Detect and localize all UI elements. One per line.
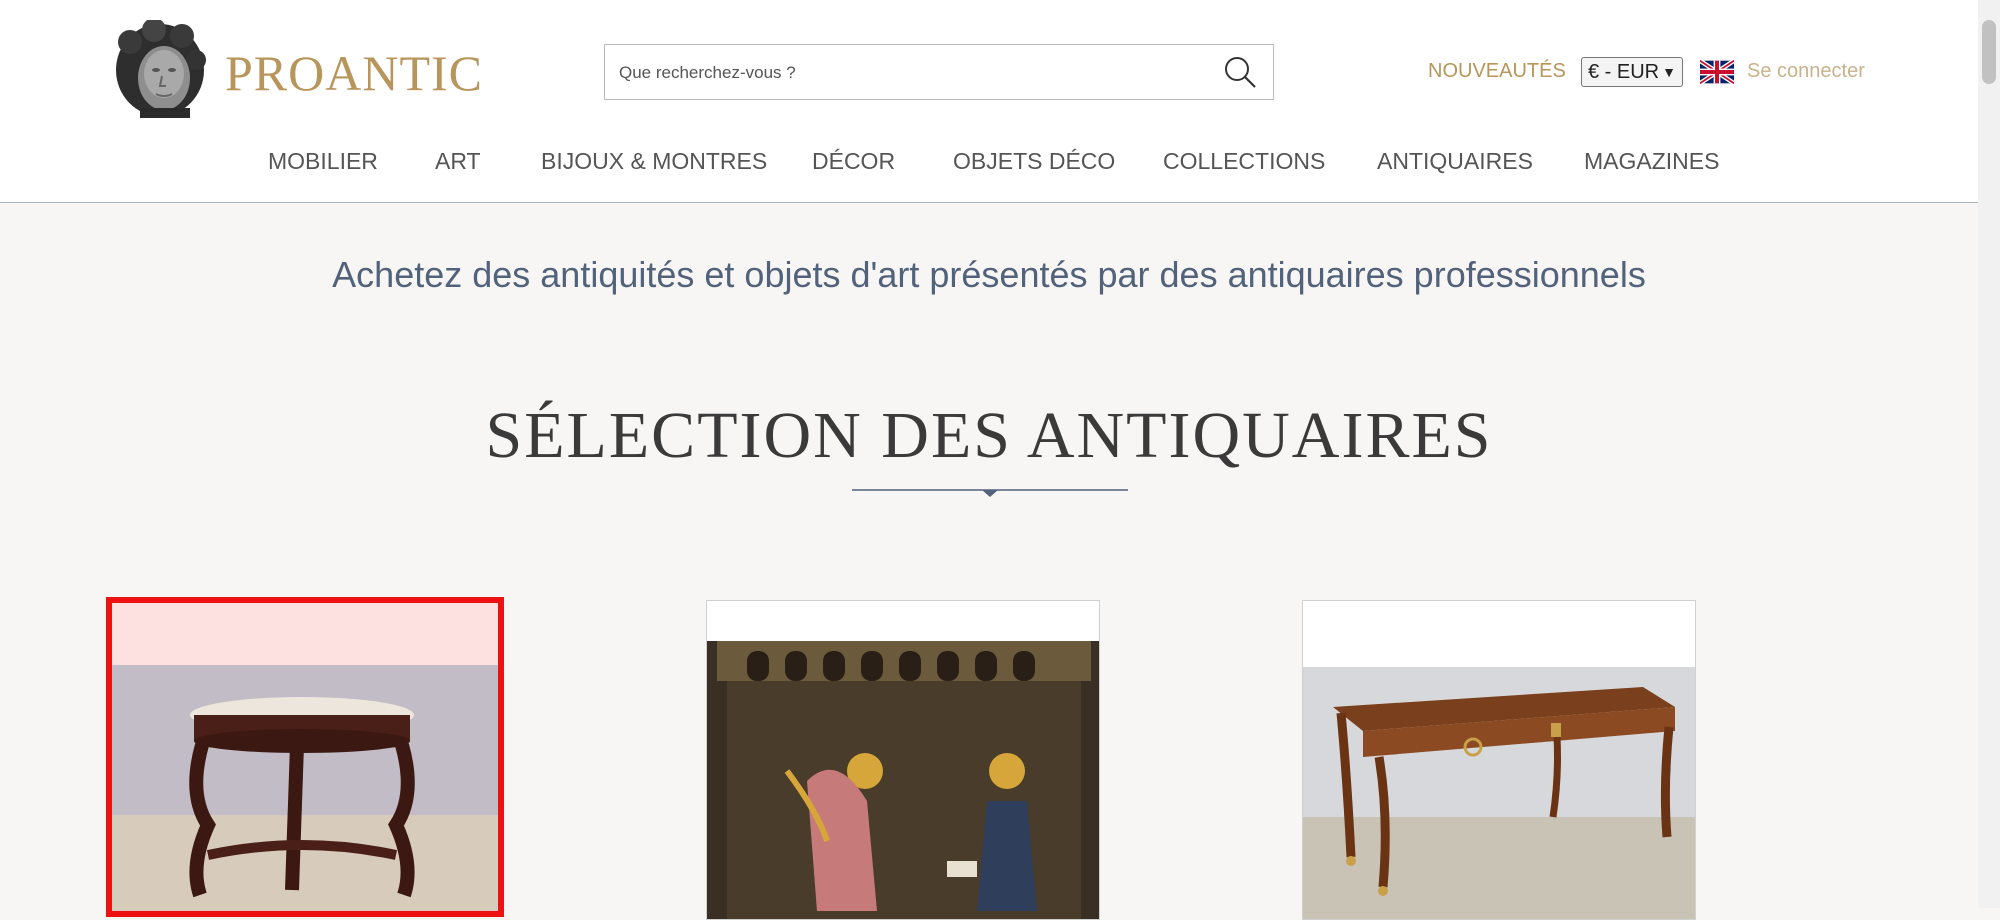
page-scrollbar[interactable] [1978,0,2000,908]
nav-item-decor[interactable]: DÉCOR [812,148,895,175]
section-title: SÉLECTION DES ANTIQUAIRES [485,399,1493,472]
login-link[interactable]: Se connecter [1747,60,1865,83]
logo-sculpture-head-icon[interactable] [110,20,210,122]
chevron-down-icon: ▼ [1662,64,1676,80]
product-card-annunciation-painting[interactable] [706,600,1100,920]
title-divider [852,489,1128,497]
uk-flag-icon[interactable] [1700,60,1734,84]
card-selection-overlay [112,603,498,665]
nav-item-art[interactable]: ART [435,148,481,175]
product-card-round-table[interactable] [106,597,504,917]
currency-select[interactable]: € - EUR ▼ [1581,57,1683,87]
nouveautes-link[interactable]: NOUVEAUTÉS [1428,60,1566,83]
nav-item-bijoux-montres[interactable]: BIJOUX & MONTRES [541,148,767,175]
logo-wordmark[interactable]: PROANTIC [225,44,483,102]
nav-item-magazines[interactable]: MAGAZINES [1584,148,1719,175]
page-tagline: Achetez des antiquités et objets d'art p… [332,254,1646,295]
scrollbar-thumb[interactable] [1982,20,1996,84]
product-image-round-table [112,665,498,911]
currency-value: € - EUR [1588,61,1660,83]
main-nav: MOBILIER ART BIJOUX & MONTRES DÉCOR OBJE… [0,148,1978,178]
product-image-annunciation-painting [707,641,1099,919]
search-icon[interactable] [1223,55,1257,89]
nav-item-objets-deco[interactable]: OBJETS DÉCO [953,148,1115,175]
site-header: PROANTIC NOUVEAUTÉS € - EUR ▼ Se connect… [0,0,1978,203]
nav-item-collections[interactable]: COLLECTIONS [1163,148,1325,175]
product-image-bureau-plat [1303,667,1695,919]
nav-item-mobilier[interactable]: MOBILIER [268,148,378,175]
product-card-bureau-plat[interactable] [1302,600,1696,920]
search-input[interactable] [617,55,1201,91]
nav-item-antiquaires[interactable]: ANTIQUAIRES [1377,148,1533,175]
search-bar [604,44,1274,100]
